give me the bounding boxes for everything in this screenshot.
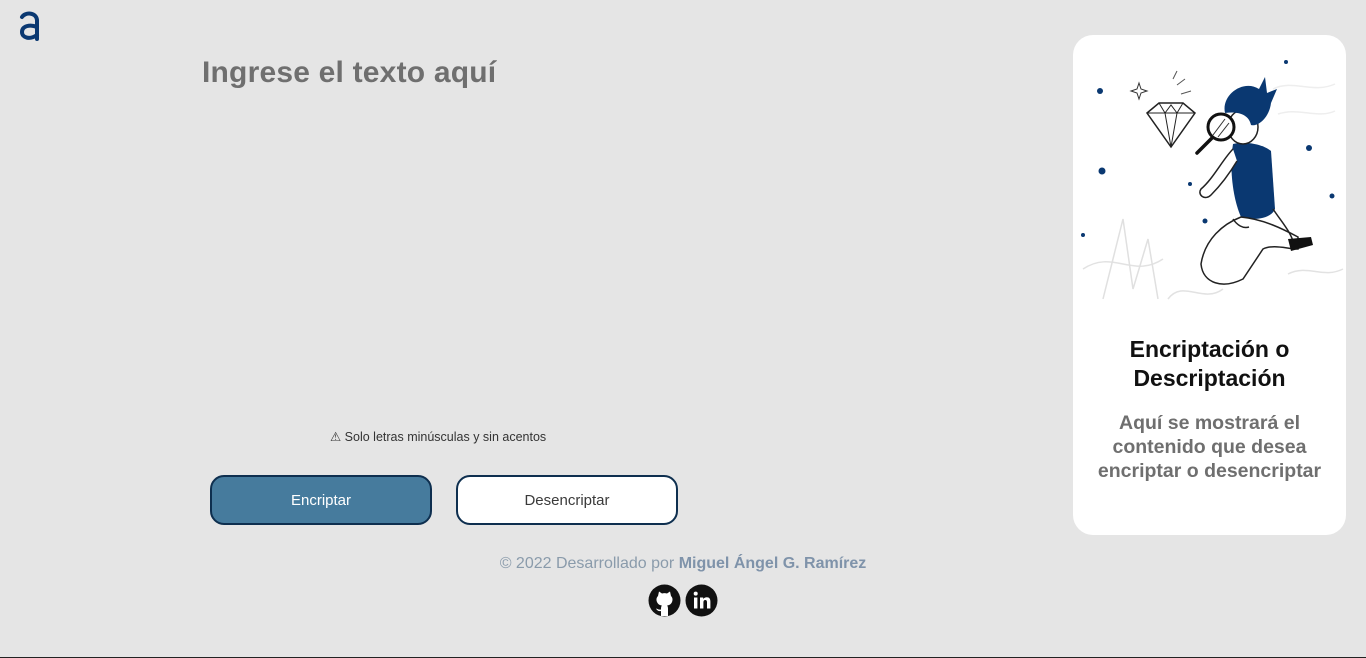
footer: © 2022 Desarrollado por Miguel Ángel G. … [0,555,1366,573]
alura-logo-icon[interactable] [16,8,44,44]
encrypt-button[interactable]: Encriptar [210,475,432,525]
footer-author: Miguel Ángel G. Ramírez [678,555,867,572]
github-icon[interactable] [648,584,681,617]
text-input[interactable] [202,108,1006,412]
output-title: Encriptación o Descriptación [1129,336,1290,391]
decrypt-button[interactable]: Desencriptar [456,475,678,525]
input-heading: Ingrese el texto aquí [202,56,497,89]
person-with-magnifying-glass-illustration [1073,49,1346,319]
social-links [648,584,718,617]
page: Ingrese el texto aquí ⚠ Solo letras minú… [0,0,1366,658]
footer-prefix: © 2022 Desarrollado por [499,555,675,572]
output-message: Aquí se mostrará el contenido que desea … [1097,412,1322,482]
output-panel: Encriptación o Descriptación Aquí se mos… [1073,35,1346,535]
linkedin-icon[interactable] [685,584,718,617]
input-warning: ⚠ Solo letras minúsculas y sin acentos [330,430,547,444]
